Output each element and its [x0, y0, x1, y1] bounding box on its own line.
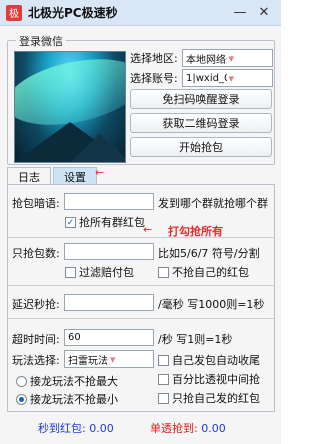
password-label: 抢包暗语: [12, 197, 60, 210]
auto-collect-checkbox[interactable]: 自己发包自动收尾 [158, 352, 260, 368]
check-icon: ✓ [65, 216, 76, 228]
qr-login-button[interactable]: 获取二维码登录 [130, 113, 272, 133]
play-label: 玩法选择: [12, 354, 60, 367]
radio-not-max[interactable]: 接龙玩法不抢最大 [16, 373, 118, 389]
account-value: 1|wxid_023eF [186, 72, 227, 84]
radio-selected-icon [16, 393, 27, 405]
only-own-checkbox[interactable]: 只抢自己发的红包 [158, 390, 260, 406]
divider [8, 318, 274, 319]
chevron-down-icon: ▾ [228, 51, 235, 65]
delay-hint: /毫秒 写1000则=1秒 [158, 298, 265, 311]
start-grab-button[interactable]: 开始抢包 [130, 137, 272, 157]
region-row: 选择地区: 本地网络登录 ▾ [130, 49, 273, 67]
tab-settings[interactable]: 设置 [53, 167, 97, 185]
chevron-down-icon: ▾ [228, 71, 235, 85]
window-title: 北极光PC极速秒 [28, 6, 118, 20]
settings-panel: 抢包暗语: 发到哪个群就抢哪个群 ✓ 抢所有群红包 ← 打勾抢所有 只抢包数: … [7, 184, 275, 412]
grabbed-value: 0.00 [89, 422, 114, 435]
radio-not-max-label: 接龙玩法不抢最大 [30, 375, 118, 388]
region-label: 选择地区: [130, 52, 178, 65]
mountain-shape-2 [70, 134, 125, 162]
only-own-label: 只抢自己发的红包 [172, 392, 260, 405]
delay-label: 延迟秒抢: [12, 298, 60, 311]
qr-code-image [14, 51, 126, 163]
login-group-title: 登录微信 [16, 33, 66, 49]
checkbox-icon [158, 373, 169, 385]
password-input[interactable] [64, 193, 154, 210]
close-button[interactable]: ✕ [253, 4, 275, 22]
minimize-button[interactable]: — [229, 4, 251, 22]
app-window: 极 北极光PC极速秒 — ✕ 登录微信 选择地区: 本地网络登录 ▾ 选择账号:… [0, 0, 281, 444]
app-icon: 极 [6, 4, 22, 21]
arrow-icon: ← [95, 166, 105, 179]
delay-input[interactable] [64, 294, 154, 311]
percent-label: 百分比透视中间抢 [172, 373, 260, 386]
count-input[interactable] [64, 243, 154, 260]
account-label: 选择账号: [130, 72, 178, 85]
grabbed-status: 秒到红包: 0.00 [38, 420, 114, 436]
skip-own-checkbox[interactable]: 不抢自己的红包 [158, 264, 249, 280]
password-hint: 发到哪个群就抢哪个群 [158, 197, 268, 210]
radio-icon [16, 375, 27, 387]
grabbed-label: 秒到红包: [38, 422, 86, 435]
tab-bar: 日志 设置 [7, 167, 99, 185]
checkbox-icon [158, 354, 169, 366]
checkbox-icon [65, 266, 76, 278]
chevron-down-icon: ▾ [110, 352, 116, 366]
count-hint: 比如5/6/7 符号/分割 [158, 247, 260, 260]
scan-free-login-button[interactable]: 免扫码唤醒登录 [130, 89, 272, 109]
percent-checkbox[interactable]: 百分比透视中间抢 [158, 371, 260, 387]
tab-log[interactable]: 日志 [7, 167, 51, 185]
divider [8, 237, 274, 238]
region-select[interactable]: 本地网络登录 ▾ [182, 49, 273, 67]
arrow-icon: ← [143, 223, 153, 236]
radio-not-min-label: 接龙玩法不抢最小 [30, 393, 118, 406]
timeout-label: 超时时间: [12, 333, 60, 346]
region-value: 本地网络登录 [186, 54, 227, 66]
grab-all-label: 抢所有群红包 [79, 216, 145, 229]
skip-own-label: 不抢自己的红包 [172, 266, 249, 279]
filter-label: 过滤赔付包 [79, 266, 134, 279]
checkbox-icon [158, 392, 169, 404]
single-label: 单透抢到: [150, 422, 198, 435]
filter-checkbox[interactable]: 过滤赔付包 [65, 264, 134, 280]
login-group: 登录微信 选择地区: 本地网络登录 ▾ 选择账号: 1|wxid_023eF ▾… [7, 33, 275, 165]
count-label: 只抢包数: [12, 247, 60, 260]
radio-not-min[interactable]: 接龙玩法不抢最小 [16, 391, 118, 407]
timeout-hint: /秒 写1则=1秒 [158, 333, 233, 346]
single-status: 单透抢到: 0.00 [150, 420, 226, 436]
timeout-input[interactable]: 60 [64, 329, 154, 346]
account-select[interactable]: 1|wxid_023eF ▾ [182, 69, 273, 87]
play-select[interactable]: 扫雷玩法 ▾ [64, 350, 154, 368]
single-value: 0.00 [201, 422, 226, 435]
play-value: 扫雷玩法 [68, 355, 108, 367]
auto-collect-label: 自己发包自动收尾 [172, 354, 260, 367]
account-row: 选择账号: 1|wxid_023eF ▾ [130, 69, 273, 87]
grab-all-checkbox[interactable]: ✓ 抢所有群红包 [65, 214, 145, 230]
title-bar: 极 北极光PC极速秒 — ✕ [0, 0, 281, 26]
checkbox-icon [158, 266, 169, 278]
divider [8, 285, 274, 286]
